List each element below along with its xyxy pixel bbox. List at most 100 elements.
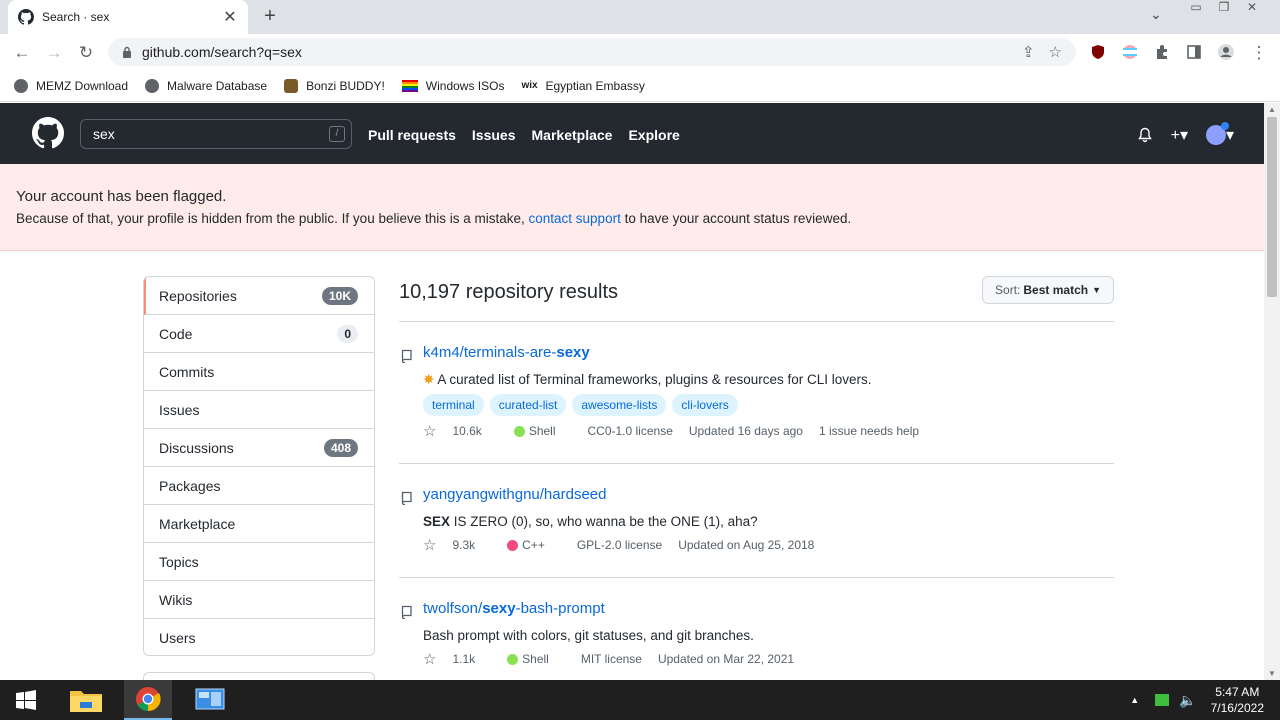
- scroll-up-icon[interactable]: ▲: [1268, 105, 1276, 114]
- bookmark-memz[interactable]: MEMZ Download: [14, 78, 128, 93]
- repo-description: Bash prompt with colors, git statuses, a…: [423, 628, 754, 643]
- menu-item-topics[interactable]: Topics: [144, 543, 374, 581]
- address-bar[interactable]: github.com/search?q=sex ⇪ ☆: [108, 38, 1076, 66]
- reload-icon[interactable]: ↻: [77, 43, 95, 63]
- bookmark-label: Malware Database: [167, 78, 268, 93]
- star-icon: ☆: [423, 423, 437, 440]
- repo-link[interactable]: twolfson/sexy-bash-prompt: [423, 600, 605, 617]
- control-panel-button[interactable]: [186, 680, 234, 720]
- bookmark-malware-db[interactable]: Malware Database: [145, 78, 268, 93]
- language: Shell: [513, 424, 572, 438]
- create-new-icon[interactable]: +▾: [1171, 125, 1188, 145]
- sort-dropdown[interactable]: Sort: Best match ▼: [982, 276, 1114, 304]
- nav-explore[interactable]: Explore: [628, 127, 679, 143]
- github-header: / Pull requests Issues Marketplace Explo…: [0, 103, 1264, 164]
- menu-item-commits[interactable]: Commits: [144, 353, 374, 391]
- topic-tag[interactable]: cli-lovers: [672, 394, 738, 416]
- chrome-taskbar-button[interactable]: [124, 680, 172, 720]
- file-explorer-button[interactable]: [62, 680, 110, 720]
- github-logo-icon[interactable]: [32, 117, 64, 149]
- close-window-icon[interactable]: ✕: [1238, 0, 1266, 18]
- tab-search-icon[interactable]: ⌄: [1150, 6, 1162, 23]
- scroll-down-icon[interactable]: ▼: [1268, 669, 1276, 678]
- minimize-icon[interactable]: ▭: [1182, 0, 1210, 18]
- scrollbar-thumb[interactable]: [1267, 117, 1277, 297]
- language-name: Shell: [528, 424, 556, 438]
- battery-icon[interactable]: [1155, 694, 1170, 706]
- restore-icon[interactable]: ❐: [1210, 0, 1238, 18]
- repo-link[interactable]: yangyangwithgnu/hardseed: [423, 486, 606, 503]
- stars-link[interactable]: ☆ 1.1k: [423, 650, 491, 668]
- windows-taskbar: ▲ 🔈 5:47 AM 7/16/2022: [0, 680, 1280, 720]
- results-count-title: 10,197 repository results: [399, 281, 619, 303]
- language-color-dot: [507, 539, 519, 551]
- help-wanted-link[interactable]: 1 issue needs help: [819, 424, 919, 438]
- updated: Updated 16 days ago: [688, 424, 803, 438]
- banner-text-after: to have your account status reviewed.: [620, 211, 852, 226]
- menu-item-repositories[interactable]: Repositories 10K: [144, 277, 374, 315]
- show-hidden-icons[interactable]: ▲: [1130, 695, 1139, 705]
- repo-result: twolfson/sexy-bash-prompt Bash prompt wi…: [399, 600, 1114, 680]
- repo-description: SEX IS ZERO (0), so, who wanna be the ON…: [423, 514, 758, 529]
- nav-pull-requests[interactable]: Pull requests: [368, 127, 456, 143]
- sort-label: Sort:: [995, 283, 1021, 297]
- windows-logo-icon: [16, 690, 36, 710]
- chrome-menu-icon[interactable]: ⋮: [1250, 43, 1268, 63]
- bell-icon[interactable]: [1137, 127, 1153, 143]
- stars-link[interactable]: ☆ 10.6k: [423, 422, 498, 440]
- extensions-puzzle-icon[interactable]: [1154, 44, 1170, 60]
- repo-link[interactable]: k4m4/terminals-are-sexy: [423, 344, 590, 361]
- avatar[interactable]: ▾: [1205, 122, 1234, 145]
- contact-support-link[interactable]: contact support: [529, 211, 621, 226]
- ublock-icon[interactable]: [1090, 44, 1106, 60]
- menu-item-packages[interactable]: Packages: [144, 467, 374, 505]
- bookmark-label: Egyptian Embassy: [545, 78, 645, 93]
- lock-icon: [123, 46, 131, 58]
- bookmark-star-icon[interactable]: ☆: [1049, 43, 1062, 61]
- browser-tab[interactable]: Search · sex ✕: [8, 0, 248, 34]
- banner-text-before: Because of that, your profile is hidden …: [16, 211, 529, 226]
- bookmark-egyptian-embassy[interactable]: wix Egyptian Embassy: [521, 79, 644, 93]
- star-icon: ☆: [423, 651, 437, 668]
- star-icon: ☆: [423, 537, 437, 554]
- start-button[interactable]: [2, 680, 50, 720]
- extension-flag-icon[interactable]: [1122, 44, 1138, 60]
- page-scrollbar[interactable]: ▲ ▼: [1264, 103, 1280, 680]
- menu-item-wikis[interactable]: Wikis: [144, 581, 374, 619]
- window-controls: ▭ ❐ ✕: [1182, 0, 1266, 18]
- menu-item-users[interactable]: Users: [144, 619, 374, 655]
- share-icon[interactable]: ⇪: [1022, 43, 1035, 61]
- stars-link[interactable]: ☆ 9.3k: [423, 536, 491, 554]
- profile-icon[interactable]: [1218, 44, 1234, 60]
- topic-tag[interactable]: awesome-lists: [572, 394, 667, 416]
- menu-item-label: Repositories: [159, 287, 237, 304]
- forward-icon[interactable]: →: [45, 43, 63, 63]
- browser-toolbar: ← → ↻ github.com/search?q=sex ⇪ ☆ ⋮: [0, 34, 1280, 70]
- bookmark-bonzi[interactable]: Bonzi BUDDY!: [284, 78, 385, 93]
- topic-tag[interactable]: terminal: [423, 394, 484, 416]
- counter-badge: 0: [337, 324, 358, 343]
- github-search-box[interactable]: /: [80, 119, 352, 149]
- bookmark-label: Windows ISOs: [425, 78, 505, 93]
- bookmark-windows-isos[interactable]: Windows ISOs: [401, 78, 505, 93]
- repo-icon: [401, 349, 412, 363]
- new-tab-icon[interactable]: +: [260, 5, 280, 28]
- menu-item-code[interactable]: Code 0: [144, 315, 374, 353]
- side-panel-icon[interactable]: [1186, 44, 1202, 60]
- clock[interactable]: 5:47 AM 7/16/2022: [1211, 684, 1264, 716]
- close-tab-icon[interactable]: ✕: [222, 7, 238, 27]
- language-name: Shell: [522, 652, 549, 666]
- nav-marketplace[interactable]: Marketplace: [532, 127, 613, 143]
- nav-issues[interactable]: Issues: [472, 127, 516, 143]
- volume-icon[interactable]: 🔈: [1179, 692, 1196, 709]
- menu-item-issues[interactable]: Issues: [144, 391, 374, 429]
- tab-strip: Search · sex ✕ + ⌄ ▭ ❐ ✕: [0, 0, 1280, 34]
- banner-text: Because of that, your profile is hidden …: [16, 211, 1248, 226]
- bookmark-label: Bonzi BUDDY!: [306, 78, 385, 93]
- updated: Updated on Aug 25, 2018: [678, 538, 815, 552]
- back-icon[interactable]: ←: [13, 43, 31, 63]
- menu-item-discussions[interactable]: Discussions 408: [144, 429, 374, 467]
- menu-item-marketplace[interactable]: Marketplace: [144, 505, 374, 543]
- github-search-input[interactable]: [93, 126, 313, 142]
- topic-tag[interactable]: curated-list: [489, 394, 567, 416]
